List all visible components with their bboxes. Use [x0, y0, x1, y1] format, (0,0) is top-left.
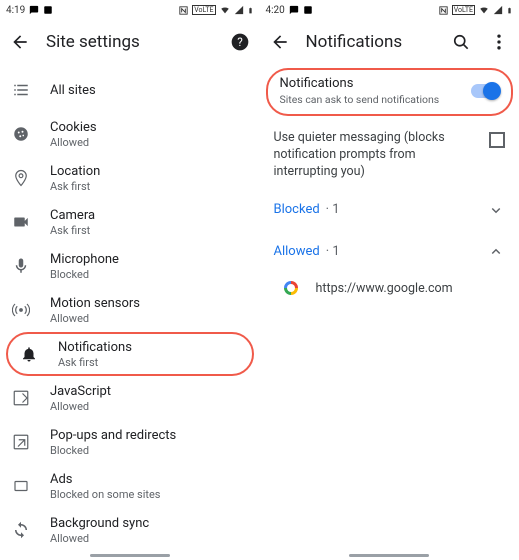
row-camera[interactable]: CameraAsk first [0, 200, 260, 244]
camera-icon [10, 213, 32, 231]
volte-icon: VoLTE [192, 5, 215, 15]
quieter-checkbox[interactable] [489, 132, 505, 148]
nfc-icon [178, 5, 189, 16]
nav-bar [0, 554, 260, 558]
row-location[interactable]: LocationAsk first [0, 156, 260, 200]
overflow-button[interactable] [487, 30, 511, 54]
notifications-toggle-row[interactable]: Notifications Sites can ask to send noti… [266, 68, 514, 116]
sensors-icon [10, 301, 32, 319]
row-cookies[interactable]: CookiesAllowed [0, 112, 260, 156]
volte-icon: VoLTE [452, 5, 475, 15]
status-bar: 4:19 VoLTE [0, 0, 260, 20]
google-favicon [284, 281, 298, 295]
more-vert-icon [489, 32, 509, 52]
help-icon: ? [230, 32, 250, 52]
row-popups[interactable]: Pop-ups and redirectsBlocked [0, 420, 260, 464]
appbar: Notifications [260, 20, 519, 64]
toggle-switch[interactable] [471, 84, 499, 98]
blocked-section[interactable]: Blocked · 1 [260, 189, 519, 231]
wifi-icon [478, 5, 490, 15]
row-background-sync[interactable]: Background syncAllowed [0, 508, 260, 552]
settings-list: All sites CookiesAllowed LocationAsk fir… [0, 64, 260, 552]
toggle-label: Notifications [280, 76, 472, 91]
chevron-down-icon [487, 201, 505, 219]
app-icon [43, 5, 53, 15]
site-url: https://www.google.com [316, 281, 453, 296]
toggle-sub: Sites can ask to send notifications [280, 93, 472, 106]
signal-icon [493, 5, 503, 15]
app-icon [303, 5, 313, 15]
allowed-count: · 1 [326, 244, 340, 259]
quieter-label: Use quieter messaging (blocks notificati… [274, 130, 480, 181]
screen-notifications: 4:20 VoLTE Notifications Notifications S… [260, 0, 519, 560]
row-notifications[interactable]: NotificationsAsk first [6, 332, 254, 376]
ads-icon [10, 477, 32, 495]
back-button[interactable] [268, 30, 292, 54]
signal-icon [234, 5, 244, 15]
battery-icon [506, 5, 513, 16]
page-title: Notifications [306, 32, 436, 52]
message-icon [29, 5, 39, 15]
javascript-icon [10, 389, 32, 407]
appbar: Site settings ? [0, 20, 260, 64]
site-row-google[interactable]: https://www.google.com [260, 273, 519, 304]
help-button[interactable]: ? [228, 30, 252, 54]
mic-icon [10, 257, 32, 275]
wifi-icon [219, 5, 231, 15]
row-javascript[interactable]: JavaScriptAllowed [0, 376, 260, 420]
message-icon [289, 5, 299, 15]
row-motion-sensors[interactable]: Motion sensorsAllowed [0, 288, 260, 332]
sync-icon [10, 521, 32, 539]
arrow-left-icon [270, 32, 290, 52]
status-bar: 4:20 VoLTE [260, 0, 519, 20]
popup-icon [10, 433, 32, 451]
page-title: Site settings [46, 32, 214, 52]
status-time: 4:20 [266, 5, 285, 16]
row-microphone[interactable]: MicrophoneBlocked [0, 244, 260, 288]
blocked-label: Blocked [274, 202, 320, 217]
row-all-sites[interactable]: All sites [0, 68, 260, 112]
status-time: 4:19 [6, 5, 25, 16]
chevron-up-icon [487, 243, 505, 261]
row-ads[interactable]: AdsBlocked on some sites [0, 464, 260, 508]
search-icon [451, 32, 471, 52]
battery-icon [247, 5, 254, 16]
arrow-left-icon [10, 32, 30, 52]
list-icon [10, 81, 32, 99]
search-button[interactable] [449, 30, 473, 54]
screen-site-settings: 4:19 VoLTE Site settings ? All sites Coo… [0, 0, 260, 560]
back-button[interactable] [8, 30, 32, 54]
quieter-messaging-row[interactable]: Use quieter messaging (blocks notificati… [260, 122, 519, 189]
allowed-section[interactable]: Allowed · 1 [260, 231, 519, 273]
blocked-count: · 1 [326, 202, 340, 217]
nfc-icon [438, 5, 449, 16]
nav-bar [260, 554, 519, 558]
allowed-label: Allowed [274, 244, 320, 259]
bell-icon [18, 345, 40, 363]
svg-text:?: ? [237, 35, 243, 49]
location-icon [10, 169, 32, 187]
cookie-icon [10, 125, 32, 143]
